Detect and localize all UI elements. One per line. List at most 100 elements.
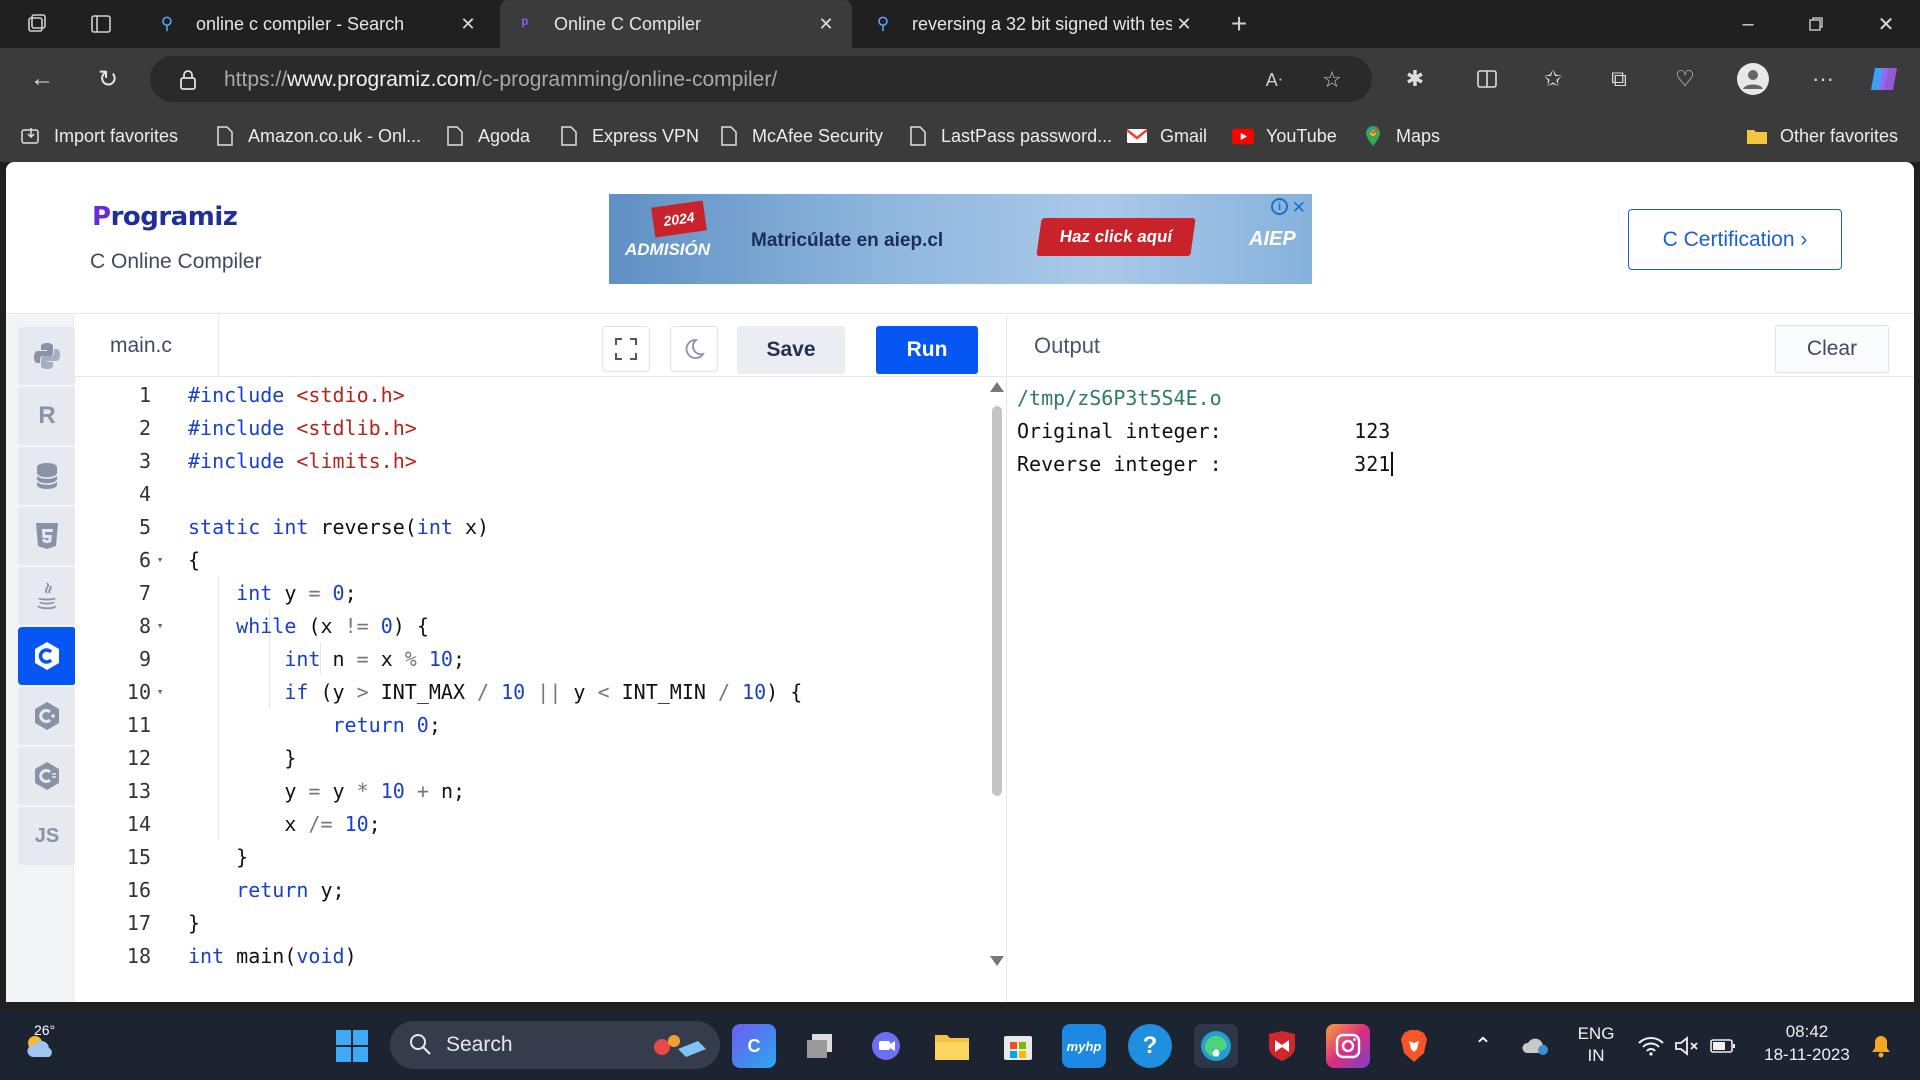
scrollbar-thumb[interactable] — [992, 406, 1002, 796]
fullscreen-icon[interactable] — [602, 326, 650, 372]
favorites-icon[interactable]: ✩ — [1536, 62, 1570, 96]
page-icon — [718, 125, 740, 147]
code-line: 6 ▾{ — [138, 547, 201, 572]
favorite-youtube[interactable]: YouTube — [1232, 122, 1337, 150]
tab-search[interactable]: ⚲ online c compiler - Search ✕ — [142, 0, 494, 48]
dark-mode-icon[interactable] — [670, 326, 718, 372]
browser-essentials-icon[interactable]: ♡ — [1668, 62, 1702, 96]
mcafee-icon[interactable] — [1260, 1024, 1304, 1068]
javascript-icon[interactable]: JS — [18, 807, 76, 865]
weather-widget[interactable]: 26° — [10, 1022, 70, 1068]
favorite-mcafee[interactable]: McAfee Security — [718, 122, 883, 150]
task-view-icon[interactable] — [798, 1024, 842, 1068]
output-console[interactable]: /tmp/zS6P3t5S4E.o Original integer: 123 … — [1017, 381, 1393, 480]
ad-info-icon[interactable]: i — [1271, 198, 1288, 215]
close-tab-icon[interactable]: ✕ — [1172, 14, 1196, 35]
teams-chat-icon[interactable] — [864, 1024, 908, 1068]
battery-icon[interactable] — [1708, 1024, 1738, 1068]
scroll-down-arrow-icon[interactable] — [990, 956, 1004, 966]
address-bar[interactable]: https://www.programiz.com/c-programming/… — [150, 56, 1372, 102]
taskbar-search[interactable]: Search — [390, 1021, 720, 1069]
profile-avatar[interactable] — [1736, 62, 1770, 96]
favorite-express-vpn[interactable]: Express VPN — [558, 122, 699, 150]
close-window-icon[interactable]: ✕ — [1866, 8, 1906, 40]
html5-icon[interactable] — [18, 507, 76, 565]
lock-icon[interactable] — [176, 68, 200, 92]
close-tab-icon[interactable]: ✕ — [814, 14, 838, 35]
favorite-lastpass[interactable]: LastPass password... — [907, 122, 1112, 150]
file-explorer-icon[interactable] — [930, 1024, 974, 1068]
c-language-icon[interactable] — [18, 627, 76, 685]
microsoft-store-icon[interactable] — [996, 1024, 1040, 1068]
csharp-language-icon[interactable] — [18, 747, 76, 805]
collections-icon[interactable]: ⧉ — [1602, 62, 1636, 96]
split-screen-icon[interactable] — [1470, 62, 1504, 96]
run-button[interactable]: Run — [876, 326, 978, 374]
sql-database-icon[interactable] — [18, 447, 76, 505]
editor-scrollbar[interactable] — [989, 378, 1005, 978]
onedrive-icon[interactable] — [1518, 1024, 1554, 1068]
new-tab-icon[interactable]: + — [1222, 8, 1256, 40]
windows-start-icon[interactable] — [330, 1024, 374, 1068]
notification-bell-icon[interactable] — [1866, 1024, 1896, 1068]
close-tab-icon[interactable]: ✕ — [456, 14, 480, 35]
output-title: Output — [1034, 333, 1101, 358]
restore-icon[interactable] — [1796, 8, 1836, 40]
tab-online-c-compiler[interactable]: ᵖ Online C Compiler ✕ — [500, 0, 852, 48]
ad-banner[interactable]: 2024 ADMISIÓN Matricúlate en aiep.cl Haz… — [609, 194, 1312, 284]
clock[interactable]: 08:42 18-11-2023 — [1752, 1022, 1862, 1065]
more-options-icon[interactable]: ··· — [1806, 62, 1840, 96]
python-icon[interactable] — [18, 327, 76, 385]
code-line: 9 int n = x % 10; — [138, 646, 466, 671]
scroll-up-arrow-icon[interactable] — [990, 382, 1004, 392]
ad-cta-button[interactable]: Haz click aquí — [1036, 218, 1196, 256]
other-favorites[interactable]: Other favorites — [1746, 122, 1898, 150]
favorite-import[interactable]: Import favorites — [20, 122, 178, 150]
code-editor[interactable]: 1 #include <stdio.h> 2 #include <stdlib.h>… — [75, 378, 989, 1002]
fold-arrow-icon[interactable]: ▾ — [151, 553, 169, 566]
favorite-gmail[interactable]: Gmail — [1126, 122, 1207, 150]
tab-reversing[interactable]: ⚲ reversing a 32 bit signed with tes ✕ — [858, 0, 1210, 48]
maps-icon — [1362, 125, 1384, 147]
minimize-icon[interactable]: – — [1728, 8, 1768, 40]
favorite-amazon[interactable]: Amazon.co.uk - Onl... — [214, 122, 421, 150]
wifi-icon[interactable] — [1636, 1024, 1666, 1068]
refresh-icon[interactable]: ↻ — [90, 61, 126, 97]
url-text[interactable]: https://www.programiz.com/c-programming/… — [224, 68, 777, 92]
code-line: 4 — [138, 481, 151, 506]
read-aloud-icon[interactable]: Aᐧ — [1260, 66, 1288, 94]
workspaces-icon[interactable] — [20, 8, 54, 40]
copilot-preview-icon[interactable]: C — [732, 1024, 776, 1068]
output-line: Reverse integer : 321 — [1017, 447, 1393, 480]
java-icon[interactable] — [18, 567, 76, 625]
code-line: 11 return 0; — [126, 712, 441, 737]
myhp-icon[interactable]: myhp — [1062, 1024, 1106, 1068]
clear-button[interactable]: Clear — [1775, 325, 1889, 373]
ad-brand: AIEP — [1249, 228, 1296, 250]
favorite-agoda[interactable]: Agoda — [444, 122, 530, 150]
fold-arrow-icon[interactable]: ▾ — [151, 619, 169, 632]
programiz-logo[interactable]: Programiz — [92, 202, 238, 232]
instagram-icon[interactable] — [1326, 1024, 1370, 1068]
volume-muted-icon[interactable] — [1672, 1024, 1702, 1068]
cpp-language-icon[interactable] — [18, 687, 76, 745]
favorite-maps[interactable]: Maps — [1362, 122, 1440, 150]
r-language-icon[interactable]: R — [18, 387, 76, 445]
back-icon[interactable]: ← — [24, 61, 60, 97]
fold-arrow-icon[interactable]: ▾ — [151, 685, 169, 698]
save-button[interactable]: Save — [737, 326, 845, 374]
file-tab-main-c[interactable]: main.c — [75, 315, 219, 377]
extensions-icon[interactable]: ✱ — [1398, 62, 1432, 96]
ad-close-icon[interactable]: ✕ — [1292, 198, 1306, 218]
show-hidden-icons-chevron[interactable]: ⌃ — [1468, 1024, 1498, 1068]
copilot-icon[interactable] — [1868, 62, 1902, 96]
editor-toolbar: main.c Save Run — [75, 315, 1005, 377]
c-certification-button[interactable]: C Certification › — [1628, 209, 1842, 270]
language-indicator[interactable]: ENG IN — [1574, 1024, 1618, 1066]
favorite-star-icon[interactable]: ☆ — [1318, 66, 1346, 94]
edge-browser-icon[interactable] — [1194, 1024, 1238, 1068]
search-icon: ⚲ — [160, 14, 174, 33]
help-icon[interactable]: ? — [1128, 1024, 1172, 1068]
tab-actions-icon[interactable] — [84, 8, 118, 40]
brave-browser-icon[interactable] — [1392, 1024, 1436, 1068]
